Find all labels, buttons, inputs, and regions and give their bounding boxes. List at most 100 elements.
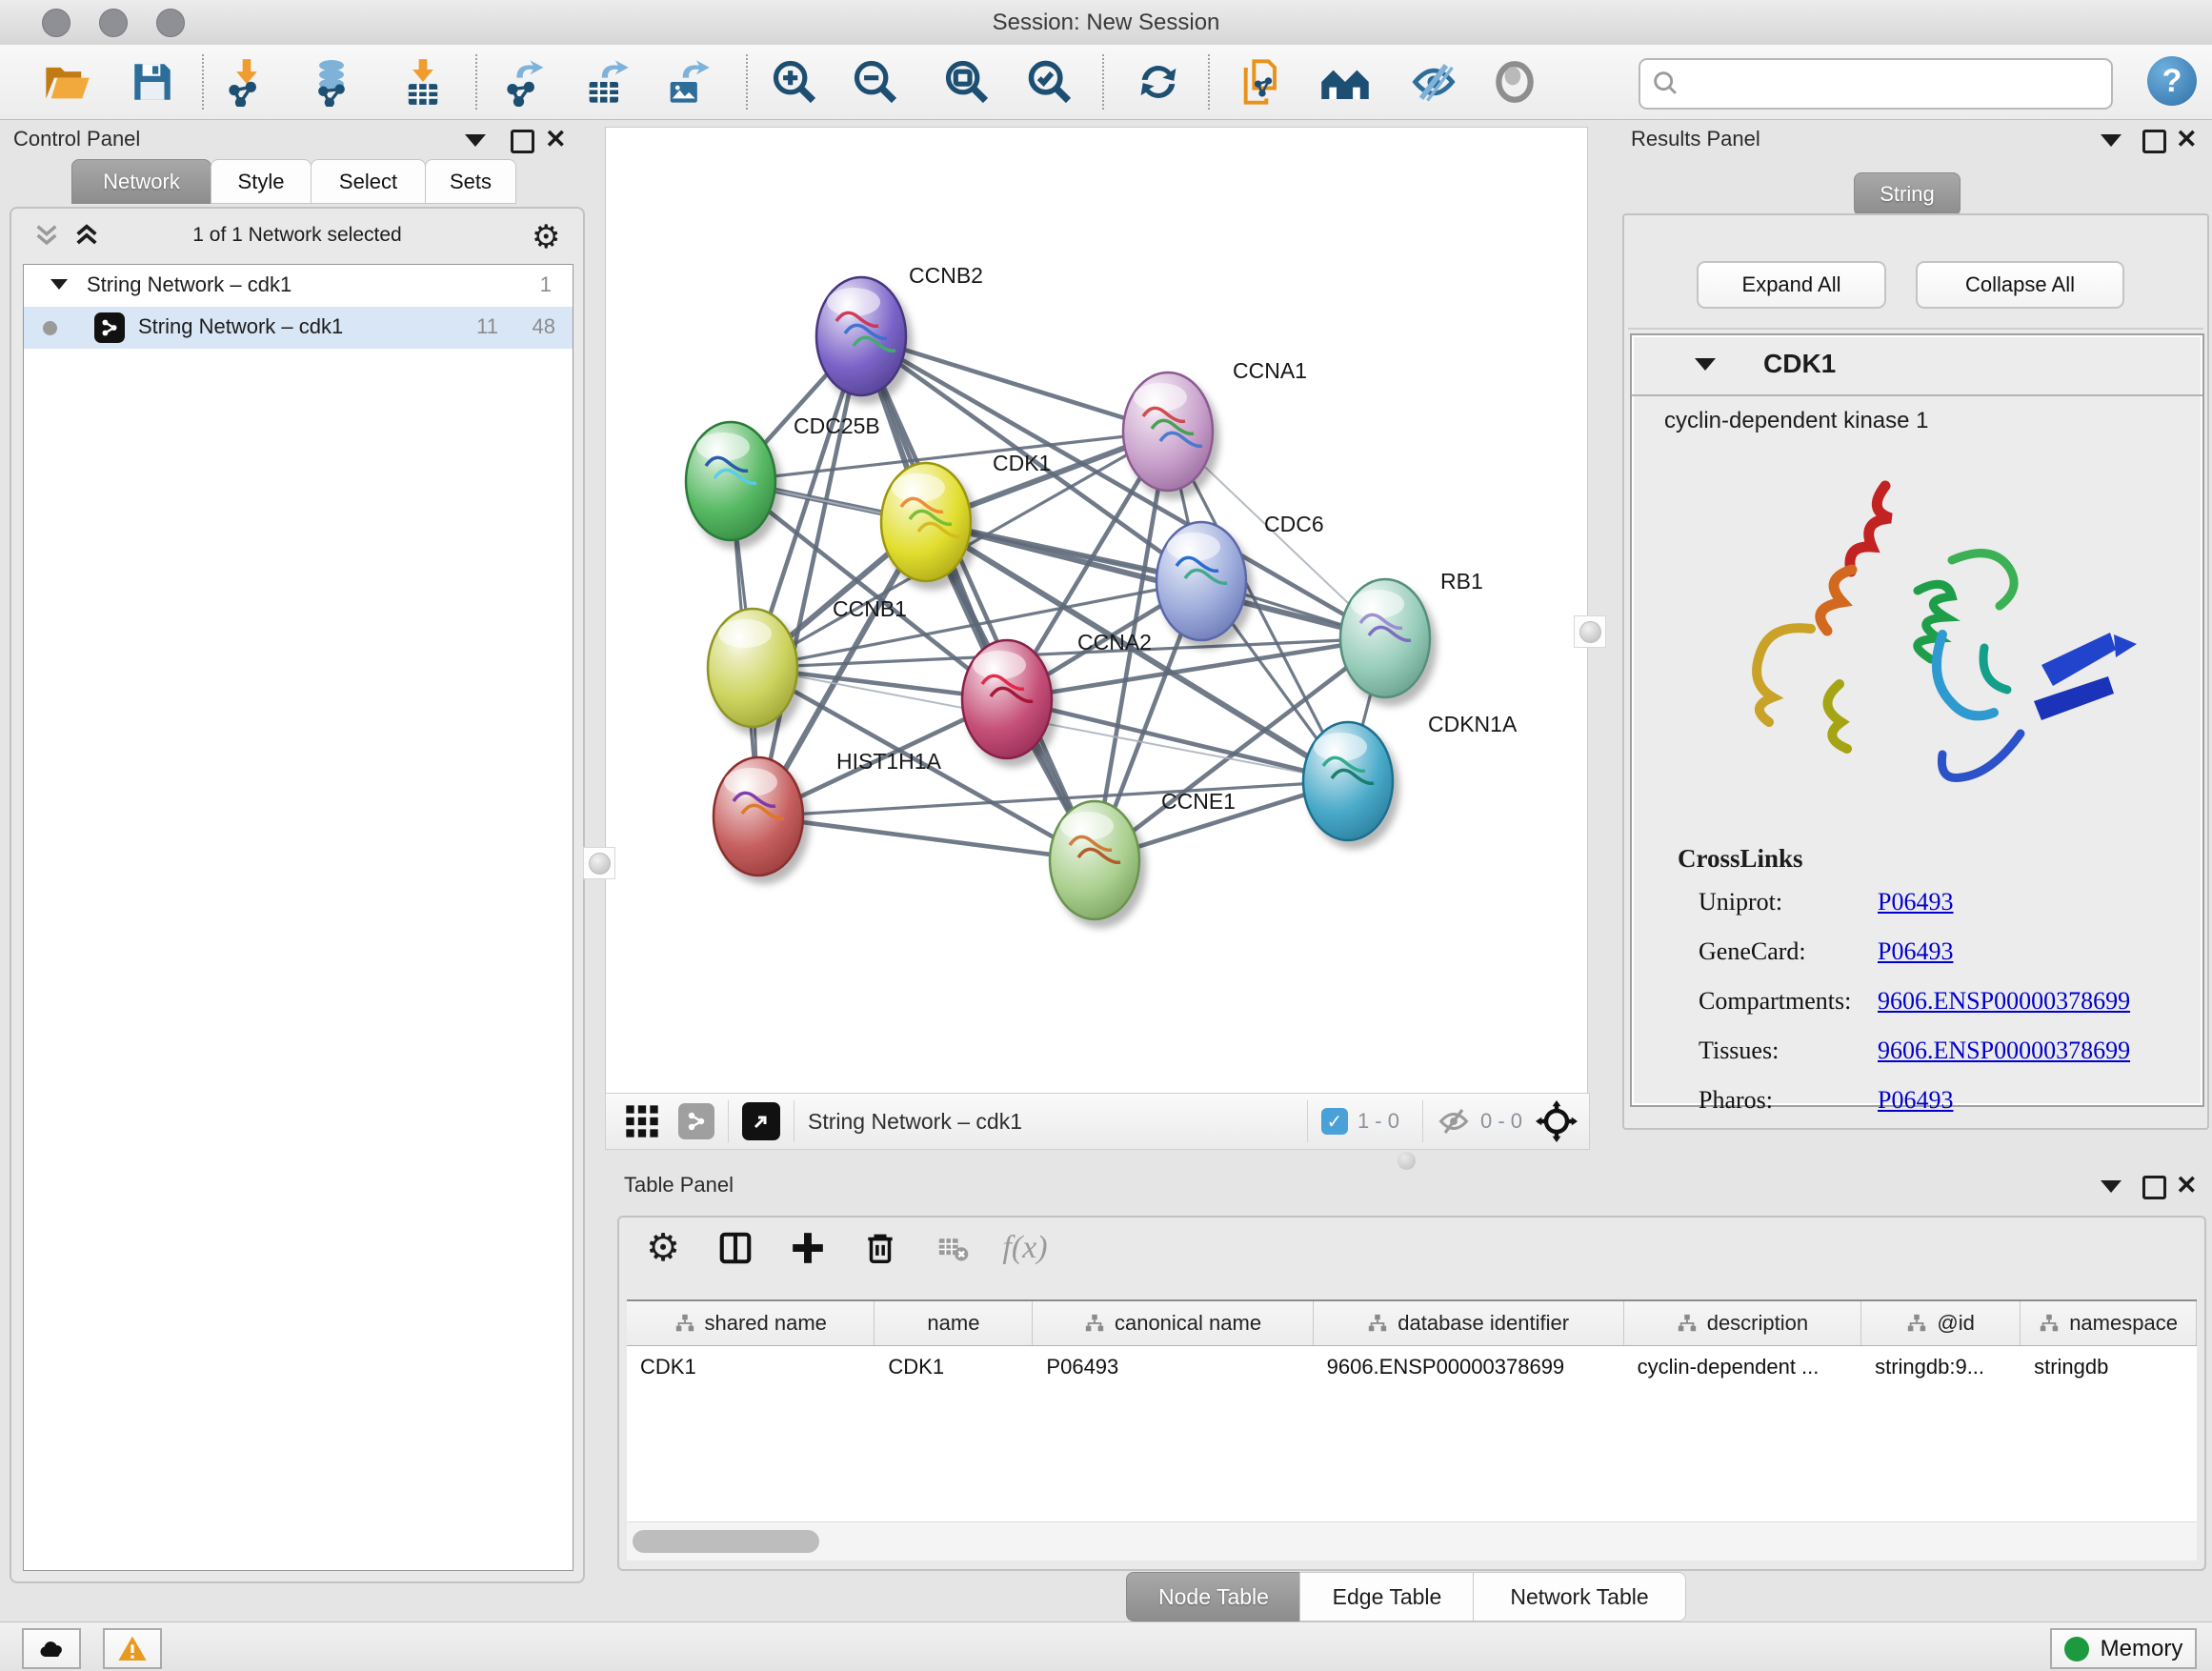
divider — [1628, 328, 2203, 330]
control-panel-float-icon[interactable] — [511, 130, 534, 153]
show-columns-icon[interactable] — [714, 1227, 756, 1269]
collapse-all-button[interactable]: Collapse All — [1916, 261, 2124, 309]
crosslink-value-link[interactable]: 9606.ENSP00000378699 — [1878, 987, 2130, 1016]
zoom-selected-icon[interactable] — [1023, 55, 1076, 109]
network-node-cdkn1a[interactable]: CDKN1A — [1303, 712, 1518, 840]
expand-all-button[interactable]: Expand All — [1697, 261, 1886, 309]
tab-network[interactable]: Network — [71, 159, 211, 204]
table-panel-float-icon[interactable] — [2142, 1176, 2166, 1199]
network-row[interactable]: String Network – cdk1 11 48 — [24, 307, 573, 349]
search-box[interactable] — [1639, 58, 2113, 110]
function-builder-icon[interactable]: f(x) — [1004, 1227, 1046, 1269]
column-header--id[interactable]: @id — [1861, 1301, 2021, 1345]
help-icon[interactable]: ? — [2147, 56, 2197, 106]
results-panel-title: Results Panel — [1631, 127, 1760, 151]
column-header-name[interactable]: name — [875, 1301, 1033, 1345]
horizontal-scrollbar[interactable] — [627, 1521, 2197, 1560]
network-node-ccne1[interactable]: CCNE1 — [1050, 789, 1236, 919]
column-header-description[interactable]: description — [1624, 1301, 1861, 1345]
crosslink-value-link[interactable]: 9606.ENSP00000378699 — [1878, 1037, 2130, 1065]
collection-expand-icon[interactable] — [50, 279, 68, 290]
network-node-rb1[interactable]: RB1 — [1340, 569, 1483, 697]
home-icon[interactable] — [1318, 55, 1372, 109]
network-options-gear-icon[interactable]: ⚙ — [532, 218, 560, 256]
crosslink-value-link[interactable]: P06493 — [1878, 888, 1953, 916]
warnings-button[interactable] — [103, 1628, 162, 1669]
grid-view-icon[interactable] — [623, 1102, 661, 1140]
hide-selected-icon[interactable] — [1407, 55, 1460, 109]
zoom-in-icon[interactable] — [768, 55, 821, 109]
scrollbar-thumb[interactable] — [633, 1530, 819, 1553]
column-header-label: shared name — [705, 1311, 827, 1336]
tab-node-table[interactable]: Node Table — [1126, 1572, 1301, 1621]
copy-network-icon[interactable] — [1236, 55, 1289, 109]
export-image-icon[interactable] — [660, 55, 714, 109]
control-panel-float-menu-icon[interactable] — [465, 134, 486, 147]
gene-collapse-icon[interactable] — [1695, 358, 1716, 371]
birds-eye-view-icon[interactable] — [1536, 1100, 1578, 1142]
results-panel-float-icon[interactable] — [2142, 130, 2166, 153]
right-splitter-handle[interactable] — [1574, 615, 1606, 648]
column-header-shared-name[interactable]: shared name — [627, 1301, 875, 1345]
table-cell[interactable]: cyclin-dependent ... — [1624, 1346, 1861, 1388]
tab-network-table[interactable]: Network Table — [1473, 1572, 1686, 1621]
column-header-namespace[interactable]: namespace — [2021, 1301, 2197, 1345]
import-network-database-icon[interactable] — [305, 55, 358, 109]
column-header-database-identifier[interactable]: database identifier — [1314, 1301, 1624, 1345]
table-row[interactable]: CDK1CDK1P064939606.ENSP00000378699cyclin… — [627, 1346, 2197, 1388]
tab-edge-table[interactable]: Edge Table — [1299, 1572, 1475, 1621]
network-node-ccna1[interactable]: CCNA1 — [1123, 358, 1307, 491]
network-edge[interactable] — [758, 816, 1095, 860]
network-edge[interactable] — [861, 336, 1168, 432]
tab-select[interactable]: Select — [311, 159, 426, 204]
network-node-cdk1[interactable]: CDK1 — [881, 451, 1051, 581]
open-in-new-window-icon[interactable] — [742, 1102, 780, 1140]
add-column-icon[interactable] — [787, 1227, 829, 1269]
left-splitter-handle[interactable] — [583, 847, 615, 879]
export-network-icon[interactable] — [498, 55, 552, 109]
network-node-ccnb2[interactable]: CCNB2 — [816, 263, 983, 395]
table-cell[interactable]: CDK1 — [875, 1346, 1033, 1388]
results-panel-close-icon[interactable]: ✕ — [2176, 130, 2198, 149]
refresh-icon[interactable] — [1132, 55, 1185, 109]
network-graph[interactable]: CCNB2CCNA1CDC25BCDK1CDC6RB1CCNB1CCNA2CDK… — [606, 128, 1587, 1094]
tab-sets[interactable]: Sets — [425, 159, 516, 204]
cloud-button[interactable] — [22, 1628, 81, 1669]
results-panel-float-menu-icon[interactable] — [2101, 134, 2122, 147]
export-table-icon[interactable] — [579, 55, 633, 109]
open-session-icon[interactable] — [40, 55, 93, 109]
lens-icon[interactable] — [1488, 55, 1541, 109]
import-table-file-icon[interactable] — [396, 55, 450, 109]
network-view-canvas[interactable]: CCNB2CCNA1CDC25BCDK1CDC6RB1CCNB1CCNA2CDK… — [605, 127, 1588, 1095]
delete-column-trash-icon[interactable] — [859, 1227, 901, 1269]
column-header-canonical-name[interactable]: canonical name — [1033, 1301, 1313, 1345]
table-panel-close-icon[interactable]: ✕ — [2176, 1176, 2198, 1195]
memory-button[interactable]: Memory — [2050, 1628, 2197, 1669]
network-edge[interactable] — [758, 336, 861, 816]
table-cell[interactable]: stringdb:9... — [1861, 1346, 2021, 1388]
table-cell[interactable]: 9606.ENSP00000378699 — [1314, 1346, 1624, 1388]
tab-style[interactable]: Style — [211, 159, 312, 204]
crosslink-value-link[interactable]: P06493 — [1878, 1086, 1953, 1115]
hidden-node-edge-counts: 0 - 0 — [1480, 1109, 1522, 1134]
gene-section-header[interactable]: CDK1 — [1632, 335, 2202, 396]
table-cell[interactable]: P06493 — [1033, 1346, 1313, 1388]
table-cell[interactable]: CDK1 — [627, 1346, 875, 1388]
network-node-cdc6[interactable]: CDC6 — [1156, 512, 1324, 640]
network-collection-row[interactable]: String Network – cdk1 1 — [24, 265, 573, 307]
search-input[interactable] — [1688, 70, 2111, 97]
save-session-icon[interactable] — [126, 55, 179, 109]
horizontal-splitter-handle[interactable] — [1398, 1152, 1416, 1170]
table-cell[interactable]: stringdb — [2021, 1346, 2197, 1388]
delete-table-icon[interactable] — [932, 1227, 974, 1269]
selected-checkbox-icon[interactable]: ✓ — [1321, 1108, 1348, 1135]
table-settings-gear-icon[interactable]: ⚙ — [642, 1227, 684, 1269]
network-share-icon[interactable] — [678, 1103, 714, 1139]
import-network-file-icon[interactable] — [220, 55, 273, 109]
zoom-fit-icon[interactable] — [940, 55, 994, 109]
table-panel-float-menu-icon[interactable] — [2101, 1180, 2122, 1193]
control-panel-close-icon[interactable]: ✕ — [545, 130, 567, 149]
tab-string[interactable]: String — [1854, 172, 1961, 216]
crosslink-value-link[interactable]: P06493 — [1878, 937, 1953, 966]
zoom-out-icon[interactable] — [849, 55, 902, 109]
